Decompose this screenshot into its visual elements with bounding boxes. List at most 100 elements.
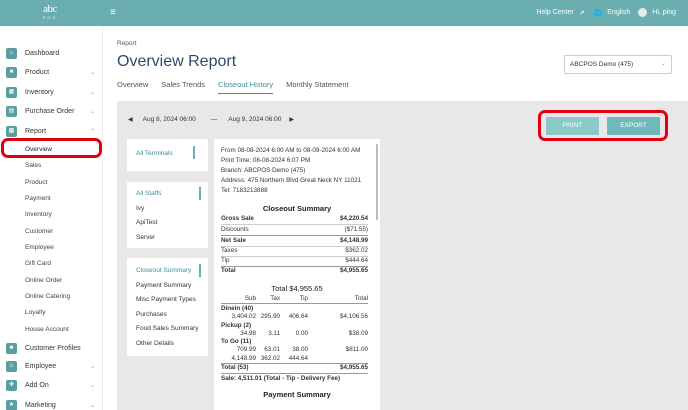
chart-icon: ▩	[6, 125, 17, 137]
report-type-other-details[interactable]: Other Details	[136, 340, 174, 347]
sidebar-item-label: Customer Profiles	[25, 344, 81, 352]
total-row-value: $4,955.65	[339, 364, 368, 371]
sidebar-item-marketing[interactable]: ★ Marketing ⌄	[0, 397, 103, 410]
chevron-down-icon: ⌄	[89, 108, 95, 115]
sidebar-subitem-gift-card[interactable]: Gift Card	[0, 257, 103, 271]
divider	[221, 373, 368, 374]
report-address: Address: 475 Northern Blvd Great Neck NY…	[221, 177, 362, 184]
report-type-closeout-summary[interactable]: Closeout Summary	[136, 267, 191, 274]
sidebar-subitem-online-catering[interactable]: Online Catering	[0, 290, 103, 304]
sidebar-subitem-payment[interactable]: Payment	[0, 192, 103, 206]
closeout-summary-title: Closeout Summary	[262, 204, 332, 213]
employee-icon: ☺	[6, 360, 17, 372]
user-greeting[interactable]: Hi, ping	[652, 9, 676, 16]
logo[interactable]: abc POS	[38, 4, 62, 22]
summary-label: Gross Sale	[221, 215, 254, 222]
sidebar-subitem-customer[interactable]: Customer	[0, 225, 103, 239]
group-sub: 34.98	[240, 330, 256, 337]
grand-sub: 4,148.99	[231, 355, 256, 362]
sidebar-subitem-product[interactable]: Product	[0, 176, 103, 190]
chevron-left-icon[interactable]: ◀	[128, 116, 133, 123]
group-sub: 3,404.02	[231, 313, 256, 320]
group-name: To Go (11)	[221, 338, 252, 345]
breadcrumb[interactable]: Report	[117, 40, 137, 47]
report-type-purchases[interactable]: Purchases	[136, 311, 167, 318]
chevron-down-icon: ⌄	[89, 382, 95, 389]
sidebar-subitem-loyalty[interactable]: Loyalty	[0, 306, 103, 320]
hamburger-icon[interactable]: ≡	[110, 7, 116, 18]
tab-monthly-statement[interactable]: Monthly Statement	[286, 80, 349, 94]
group-name: Dinein (40)	[221, 305, 254, 312]
filter-staff-ivy[interactable]: Ivy	[136, 205, 144, 212]
sidebar-item-add-on[interactable]: ✚ Add On ⌄	[0, 377, 103, 393]
highlight-overview-box	[1, 138, 102, 158]
globe-icon: 🌐	[593, 9, 603, 17]
report-branch: Branch: ABCPOS Demo (475)	[221, 167, 306, 174]
sidebar-subitem-sales[interactable]: Sales	[0, 159, 103, 173]
report-print-time: Print Time: 08-08-2024 6:07 PM	[221, 157, 311, 164]
group-tax: 295.90	[260, 313, 280, 320]
col-header-tip: Tip	[299, 295, 308, 302]
group-tax: 63.01	[264, 346, 280, 353]
summary-label: Tip	[221, 257, 230, 264]
sidebar-item-customer-profiles[interactable]: ☻ Customer Profiles	[0, 340, 103, 356]
sidebar-item-label: Inventory	[25, 88, 54, 96]
home-icon: ⌂	[6, 47, 17, 59]
report-type-misc-payment[interactable]: Misc Payment Types	[136, 296, 196, 303]
group-total: $4,106.56	[339, 313, 368, 320]
summary-value: ($71.55)	[344, 226, 368, 233]
sidebar-item-employee[interactable]: ☺ Employee ⌄	[0, 358, 103, 374]
date-separator: —	[210, 116, 218, 123]
sidebar-item-purchase-order[interactable]: ▤ Purchase Order ⌄	[0, 103, 103, 119]
sidebar-subitem-online-order[interactable]: Online Order	[0, 274, 103, 288]
sidebar-item-dashboard[interactable]: ⌂ Dashboard	[0, 45, 103, 61]
sidebar-item-report[interactable]: ▩ Report ⌃	[0, 123, 103, 139]
group-tip: 0.00	[295, 330, 308, 337]
tab-closeout-history[interactable]: Closeout History	[218, 80, 274, 94]
sidebar-subitem-house-account[interactable]: House Account	[0, 323, 103, 337]
closeout-report: From 08-08-2024 6:00 AM to 08-09-2024 6:…	[214, 139, 380, 410]
col-header-total: Total	[354, 295, 368, 302]
marketing-icon: ★	[6, 399, 17, 410]
report-type-food-sales[interactable]: Food Sales Summary	[136, 325, 199, 332]
filter-all-terminals[interactable]: All Terminals	[136, 150, 173, 157]
tab-sales-trends[interactable]: Sales Trends	[161, 80, 205, 94]
summary-value: $4,148.99	[339, 237, 368, 244]
filter-staff-all[interactable]: All Staffs	[136, 190, 162, 197]
purchase-order-icon: ▤	[6, 105, 17, 117]
help-center-link[interactable]: Help Center	[536, 9, 573, 16]
store-select[interactable]: ABCPOS Demo (475) ⌄	[564, 55, 672, 74]
top-bar: abc POS ≡ Help Center ↗ 🌐 English Hi, pi…	[0, 0, 688, 26]
grand-tax: 362.02	[260, 355, 280, 362]
logo-text: abc	[43, 3, 57, 15]
chevron-down-icon: ⌄	[660, 61, 666, 67]
group-name: Pickup (2)	[221, 322, 252, 329]
group-tax: 3.11	[268, 330, 280, 337]
filter-staff-apitest[interactable]: ApiTest	[136, 219, 157, 226]
sidebar-subitem-employee[interactable]: Employee	[0, 241, 103, 255]
report-tabs: Overview Sales Trends Closeout History M…	[117, 80, 349, 94]
end-date[interactable]: Aug 9, 2024 06:00	[228, 116, 281, 123]
report-type-payment-summary[interactable]: Payment Summary	[136, 282, 191, 289]
date-range: ◀ Aug 8, 2024 06:00 — Aug 9, 2024 06:00 …	[128, 116, 294, 123]
sidebar-subitem-inventory[interactable]: Inventory	[0, 208, 103, 222]
total-row-label: Total (53)	[221, 364, 249, 371]
group-total: $38.09	[348, 330, 368, 337]
avatar[interactable]	[638, 8, 648, 17]
filter-staff-server[interactable]: Server	[136, 234, 155, 241]
sidebar-item-inventory[interactable]: ▦ Inventory ⌄	[0, 84, 103, 100]
language-selector[interactable]: English	[607, 9, 630, 16]
sidebar-item-product[interactable]: ■ Product ⌄	[0, 64, 103, 80]
sidebar-item-label: Marketing	[25, 401, 56, 409]
divider	[221, 224, 368, 225]
sidebar-item-label: Employee	[25, 362, 57, 370]
sidebar: ⌂ Dashboard ■ Product ⌄ ▦ Inventory ⌄ ▤ …	[0, 26, 103, 410]
tab-overview[interactable]: Overview	[117, 80, 148, 94]
report-scrollbar[interactable]	[376, 144, 378, 220]
divider	[221, 303, 368, 304]
start-date[interactable]: Aug 8, 2024 06:00	[143, 116, 196, 123]
chevron-down-icon: ⌄	[89, 402, 95, 409]
page-title: Overview Report	[117, 53, 237, 70]
summary-value: $4,220.54	[339, 215, 368, 222]
chevron-right-icon[interactable]: ▶	[289, 116, 294, 123]
